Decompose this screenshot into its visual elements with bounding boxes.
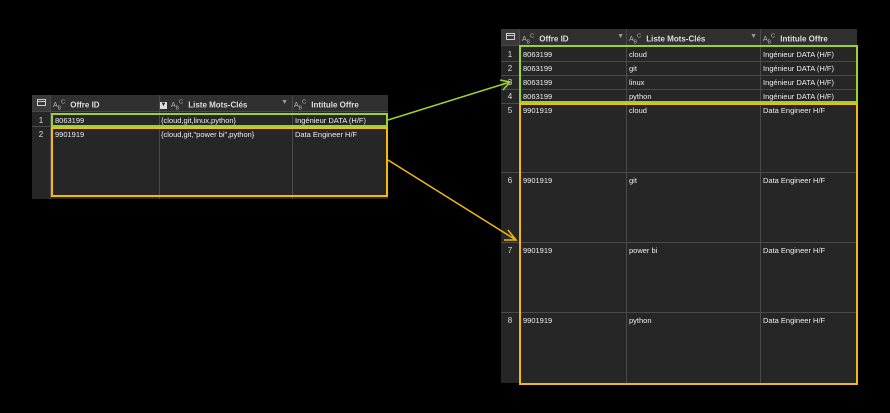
green-arrow — [387, 81, 511, 121]
yellow-arrow — [387, 159, 517, 241]
yellow-arrow-head — [504, 229, 518, 241]
connector-arrows — [387, 79, 518, 241]
